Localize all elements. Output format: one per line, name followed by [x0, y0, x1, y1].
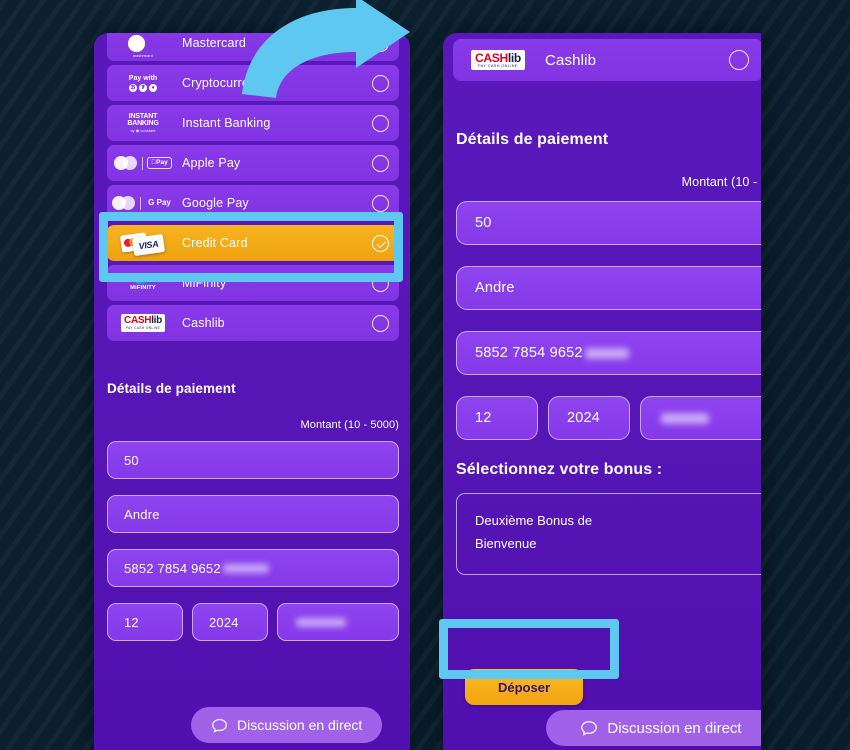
method-radio[interactable] — [372, 34, 389, 52]
live-chat-button-left[interactable]: Discussion en direct — [191, 707, 383, 743]
method-radio[interactable] — [372, 314, 389, 332]
method-label: Apple Pay — [182, 156, 241, 170]
chat-bubble-icon — [212, 718, 227, 733]
method-label: MiFinity — [182, 276, 227, 290]
expiry-year-input[interactable]: 2024 — [548, 396, 630, 440]
expiry-month-value: 12 — [475, 410, 492, 426]
method-label: Instant Banking — [182, 116, 271, 130]
expiry-month-input[interactable]: 12 — [456, 396, 538, 440]
method-label: Cryptocurrencies — [182, 76, 279, 90]
method-row-instant-banking[interactable]: INSTANT BANKING by ◉ constant Instant Ba… — [107, 105, 399, 141]
card-number-input[interactable]: 5852 7854 9652 — [107, 549, 399, 587]
cardholder-name-input[interactable]: Andre — [107, 495, 399, 533]
method-radio[interactable] — [372, 194, 389, 212]
bonus-option-line1: Deuxième Bonus de — [475, 513, 593, 528]
method-label: Google Pay — [182, 196, 249, 210]
apple-pay-logo: Pay — [114, 150, 172, 176]
mastercard-logo: mastercard — [117, 33, 169, 58]
amount-input[interactable]: 50 — [456, 201, 761, 245]
card-number-masked-digits — [584, 347, 629, 359]
cvv-masked-value — [661, 412, 709, 424]
cvv-input[interactable] — [277, 603, 399, 641]
google-pay-logo: G Pay — [112, 190, 171, 216]
method-row-credit-card[interactable]: VISA Credit Card — [107, 225, 399, 261]
amount-hint: Montant (10 - 500 — [681, 175, 761, 189]
payment-method-list: mastercard Mastercard Pay with ₿ ₮ ♦ Crypt… — [107, 33, 399, 345]
live-chat-label: Discussion en direct — [237, 717, 363, 733]
live-chat-button-right[interactable]: Discussion en direct — [546, 710, 761, 746]
method-row-mastercard[interactable]: mastercard Mastercard — [107, 33, 399, 61]
method-radio[interactable] — [372, 74, 389, 92]
screenshot-root: mastercard Mastercard Pay with ₿ ₮ ♦ Crypt… — [0, 0, 850, 750]
live-chat-label: Discussion en direct — [607, 719, 742, 737]
expiry-month-value: 12 — [124, 614, 139, 630]
expiry-year-input[interactable]: 2024 — [192, 603, 268, 641]
method-radio[interactable] — [372, 154, 389, 172]
method-row-cashlib-right[interactable]: CASHlib PAY CASH ONLINE Cashlib — [453, 39, 761, 81]
amount-value: 50 — [475, 215, 492, 231]
right-payment-details: Détails de paiement Montant (10 - 500 50… — [456, 131, 761, 575]
method-row-cashlib[interactable]: CASHlib PAY CASH ONLINE Cashlib — [107, 305, 399, 341]
expiry-year-value: 2024 — [209, 614, 239, 630]
mifinity-logo: MiFINITY — [117, 270, 169, 296]
right-payment-panel: CASHlib PAY CASH ONLINE Cashlib Détails … — [443, 33, 761, 750]
cashlib-logo: CASHlib PAY CASH ONLINE — [117, 310, 169, 336]
cvv-input[interactable] — [640, 396, 761, 440]
card-number-masked-digits — [222, 563, 269, 573]
cvv-masked-value — [296, 617, 346, 627]
method-row-apple-pay[interactable]: Pay Apple Pay — [107, 145, 399, 181]
expiry-cvv-row: 12 2024 — [107, 603, 399, 641]
card-number-value: 5852 7854 9652 — [124, 560, 221, 576]
bonus-option-line2: Bienvenue — [475, 535, 537, 551]
expiry-year-value: 2024 — [567, 410, 601, 426]
expiry-cvv-row: 12 2024 — [456, 396, 761, 440]
amount-input[interactable]: 50 — [107, 441, 399, 479]
deposit-button[interactable]: Déposer — [465, 669, 583, 705]
right-method-list: CASHlib PAY CASH ONLINE Cashlib — [453, 39, 761, 85]
method-row-google-pay[interactable]: G Pay Google Pay — [107, 185, 399, 221]
card-number-input[interactable]: 5852 7854 9652 — [456, 331, 761, 375]
card-number-value: 5852 7854 9652 — [475, 345, 583, 361]
bonus-section-title: Sélectionnez votre bonus : — [456, 461, 663, 478]
payment-details-title: Détails de paiement — [107, 381, 236, 396]
payment-details-title: Détails de paiement — [456, 131, 609, 148]
cardholder-name-value: Andre — [475, 280, 515, 296]
method-label: Credit Card — [182, 236, 248, 250]
method-label: Cashlib — [182, 316, 225, 330]
expiry-month-input[interactable]: 12 — [107, 603, 183, 641]
method-label: Mastercard — [182, 36, 247, 50]
method-radio-selected[interactable] — [372, 234, 389, 252]
visa-mastercard-logo: VISA — [117, 230, 169, 257]
cardholder-name-input[interactable]: Andre — [456, 266, 761, 310]
method-radio[interactable] — [372, 274, 389, 292]
left-payment-panel: mastercard Mastercard Pay with ₿ ₮ ♦ Crypt… — [94, 33, 410, 750]
cardholder-name-value: Andre — [124, 506, 160, 522]
bonus-option[interactable]: Deuxième Bonus de Bienvenue — [456, 493, 761, 575]
paywith-crypto-logo: Pay with ₿ ₮ ♦ — [128, 74, 158, 92]
amount-value: 50 — [124, 452, 139, 468]
left-payment-details: Détails de paiement Montant (10 - 5000) … — [107, 381, 399, 657]
method-radio[interactable] — [729, 50, 749, 70]
cashlib-logo: CASHlib PAY CASH ONLINE — [467, 47, 529, 73]
amount-hint: Montant (10 - 5000) — [300, 419, 399, 431]
chat-bubble-icon — [581, 721, 598, 736]
method-row-mifinity[interactable]: MiFINITY MiFinity — [107, 265, 399, 301]
method-radio[interactable] — [372, 114, 389, 132]
method-label: Cashlib — [545, 51, 597, 69]
instant-banking-logo: INSTANT BANKING by ◉ constant — [127, 113, 159, 133]
method-row-cryptocurrencies[interactable]: Pay with ₿ ₮ ♦ Cryptocurrencies — [107, 65, 399, 101]
